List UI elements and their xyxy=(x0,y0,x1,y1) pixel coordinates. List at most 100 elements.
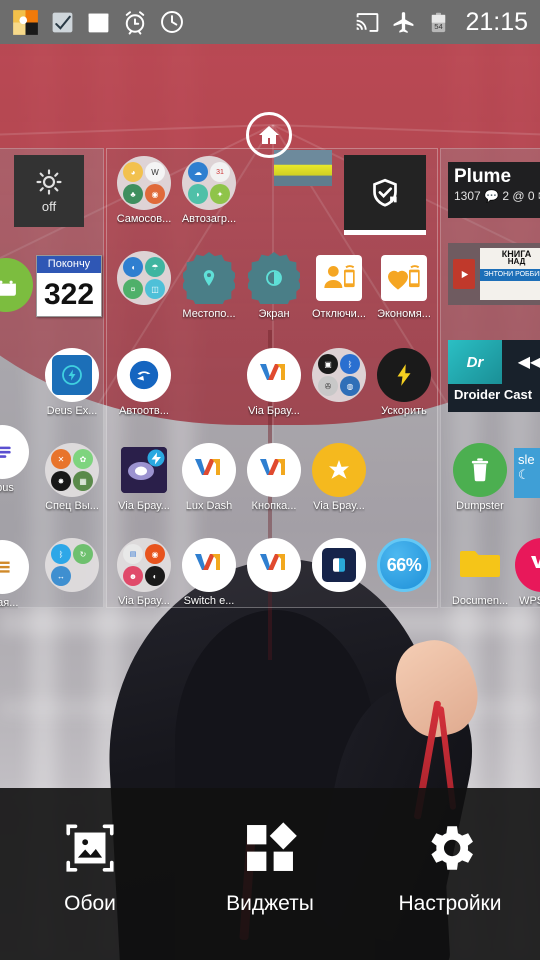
edit-item-label: Виджеты xyxy=(226,892,314,915)
app-label: Спец Вы... xyxy=(45,500,99,512)
app-icon-switch[interactable] xyxy=(305,538,373,595)
toggle-state-label: off xyxy=(41,198,57,214)
app-label: opus xyxy=(0,482,14,494)
folder-icon: ◖ ☂ ¤ ◫ xyxy=(117,251,171,305)
app-label: Местопо... xyxy=(182,308,236,320)
app-folder-bt-tools[interactable]: ▣ ᛒ ✇ ◍ xyxy=(305,348,373,402)
folder-icon: ▤ ◉ ☻ ◐ xyxy=(117,538,171,592)
audiobook-widget[interactable]: КНИГА НАД ЭНТОНИ РОББИНС xyxy=(448,243,540,305)
app-label: Автоотв... xyxy=(119,405,169,417)
app-icon-via-browser-2[interactable]: Lux Dash xyxy=(175,443,243,513)
app-folder-autozagr[interactable]: ☁ 31 ◗ ✦ Автозагр... xyxy=(175,156,243,226)
app-label: сная... xyxy=(0,597,19,609)
status-clock: 21:15 xyxy=(465,7,528,36)
folder-icon: ᛒ ↻ ↔ xyxy=(45,538,99,592)
app-icon-deus-ex[interactable]: Deus Ex... xyxy=(38,348,106,418)
bolt-circle-icon xyxy=(62,365,82,385)
podcast-title: Droider Cast xyxy=(454,387,533,402)
app-icon-autoreply[interactable]: Автоотв... xyxy=(110,348,178,418)
via-browser-icon xyxy=(195,554,220,570)
app-icon-documents[interactable]: Documen... xyxy=(446,538,514,608)
brightness-toggle-widget[interactable]: off xyxy=(14,155,84,227)
sun-icon xyxy=(36,168,62,195)
app-label: Dumpster xyxy=(456,500,504,512)
via-browser-icon xyxy=(260,554,285,570)
plume-tweet-count: 1307 xyxy=(454,189,481,203)
battery-percent-label: 66% xyxy=(386,554,422,575)
app-shortcut-screen[interactable]: Экран xyxy=(240,251,308,321)
gear-shape xyxy=(248,252,300,304)
app-icon-boost[interactable]: Ускорить xyxy=(370,348,438,418)
app-icon-via-browser-4[interactable]: Switch e... xyxy=(175,538,243,608)
app-label: Кнопка... xyxy=(251,500,297,512)
droider-cast-widget[interactable]: Dr ◀◀ Droider Cast xyxy=(448,340,540,412)
app-icon-via-browser-3[interactable]: Кнопка... xyxy=(240,443,308,513)
app-label: Экран xyxy=(258,308,290,320)
brightness-icon xyxy=(266,270,282,286)
shield-check-pause-icon xyxy=(373,178,397,207)
plume-title: Plume xyxy=(454,166,512,187)
app-folder-knopka[interactable]: ▤ ◉ ☻ ◐ Via Брау... xyxy=(110,538,178,608)
app-icon-partial-android[interactable] xyxy=(0,258,40,312)
speech-bubble-icon xyxy=(129,360,159,390)
app-icon-cmoar[interactable]: Via Брау... xyxy=(110,443,178,513)
app-icon-partial-other[interactable]: сная... xyxy=(0,540,36,610)
book-author: ЭНТОНИ РОББИНС xyxy=(480,269,540,281)
app-label: Ускорить xyxy=(381,405,427,417)
app-shortcut-battery-saver[interactable]: Экономя... xyxy=(370,251,438,321)
app-folder-bluetooth[interactable]: ᛒ ↻ ↔ xyxy=(38,538,106,592)
sleep-widget[interactable]: sle ☾ xyxy=(514,448,540,498)
settings-gear-icon xyxy=(431,826,473,870)
system-icons: 54 21:15 xyxy=(355,7,528,36)
app-folder-spec[interactable]: ✕ ✿ ✸ ▦ Спец Вы... xyxy=(38,443,106,513)
counter-value: 322 xyxy=(43,278,95,311)
android-icon xyxy=(0,280,16,296)
boost-bolt-icon xyxy=(397,364,411,386)
app-shortcut-disconnect[interactable]: Отключи... xyxy=(305,251,373,321)
edit-item-label: Настройки xyxy=(398,892,502,915)
image-widget[interactable] xyxy=(274,150,332,186)
app-icon-via-browser-5[interactable] xyxy=(240,538,308,595)
book-play-icon[interactable] xyxy=(453,259,475,289)
book-title-line2: НАД xyxy=(507,257,526,266)
podcast-artwork: Dr xyxy=(448,340,502,384)
gear-shape xyxy=(183,252,235,304)
plume-widget[interactable]: Plume 1307 💬 2 @ 0 ✉ xyxy=(448,162,540,218)
at-icon: @ xyxy=(512,189,525,203)
edit-widgets-button[interactable]: Виджеты xyxy=(195,818,345,916)
rewind-button[interactable]: ◀◀ xyxy=(502,340,540,384)
app-folder-misc[interactable]: ◖ ☂ ¤ ◫ xyxy=(110,251,178,305)
app-shortcut-location[interactable]: Местопо... xyxy=(175,251,243,321)
folder-icon: ☁ 31 ◗ ✦ xyxy=(182,156,236,210)
clock-check-icon xyxy=(50,10,75,35)
app-icon-wps-office[interactable]: WPS O... xyxy=(508,538,540,608)
heart-phone-icon xyxy=(388,265,420,290)
app-icon-dumpster[interactable]: Dumpster xyxy=(446,443,514,513)
notification-icons xyxy=(12,9,355,36)
play-icon xyxy=(461,270,468,278)
home-icon xyxy=(259,126,279,144)
app-label: Самосов... xyxy=(116,213,172,225)
countdown-counter-widget[interactable]: Покончу 322 xyxy=(36,255,102,317)
folder-yellow-icon xyxy=(460,551,500,577)
app-label: Lux Dash xyxy=(185,500,233,512)
app-icon-lux-dash[interactable]: Via Брау... xyxy=(305,443,373,513)
edit-wallpapers-button[interactable]: Обои xyxy=(15,818,165,916)
battery-percent-widget[interactable]: 66% xyxy=(370,538,438,592)
battery-icon: 54 xyxy=(427,11,450,34)
app-icon-partial-opus[interactable]: opus xyxy=(0,425,36,495)
person-phone-icon xyxy=(324,265,355,288)
edit-settings-button[interactable]: Настройки xyxy=(375,818,525,916)
status-bar[interactable]: 54 21:15 xyxy=(0,0,540,44)
list-icon xyxy=(0,561,10,573)
wallpaper-icon xyxy=(66,824,114,872)
app-label: Switch e... xyxy=(183,595,235,607)
counter-title: Покончу xyxy=(37,256,101,273)
shield-widget[interactable] xyxy=(344,155,426,235)
app-icon-via-browser-1[interactable]: Via Брау... xyxy=(240,348,308,418)
app-label: Via Брау... xyxy=(313,500,365,512)
app-folder-samosov[interactable]: ◕ W ♣ ◉ Самосов... xyxy=(110,156,178,226)
app-label: Deus Ex... xyxy=(46,405,98,417)
home-page-indicator-button[interactable] xyxy=(246,112,292,158)
cmoar-vr-icon xyxy=(121,447,167,493)
